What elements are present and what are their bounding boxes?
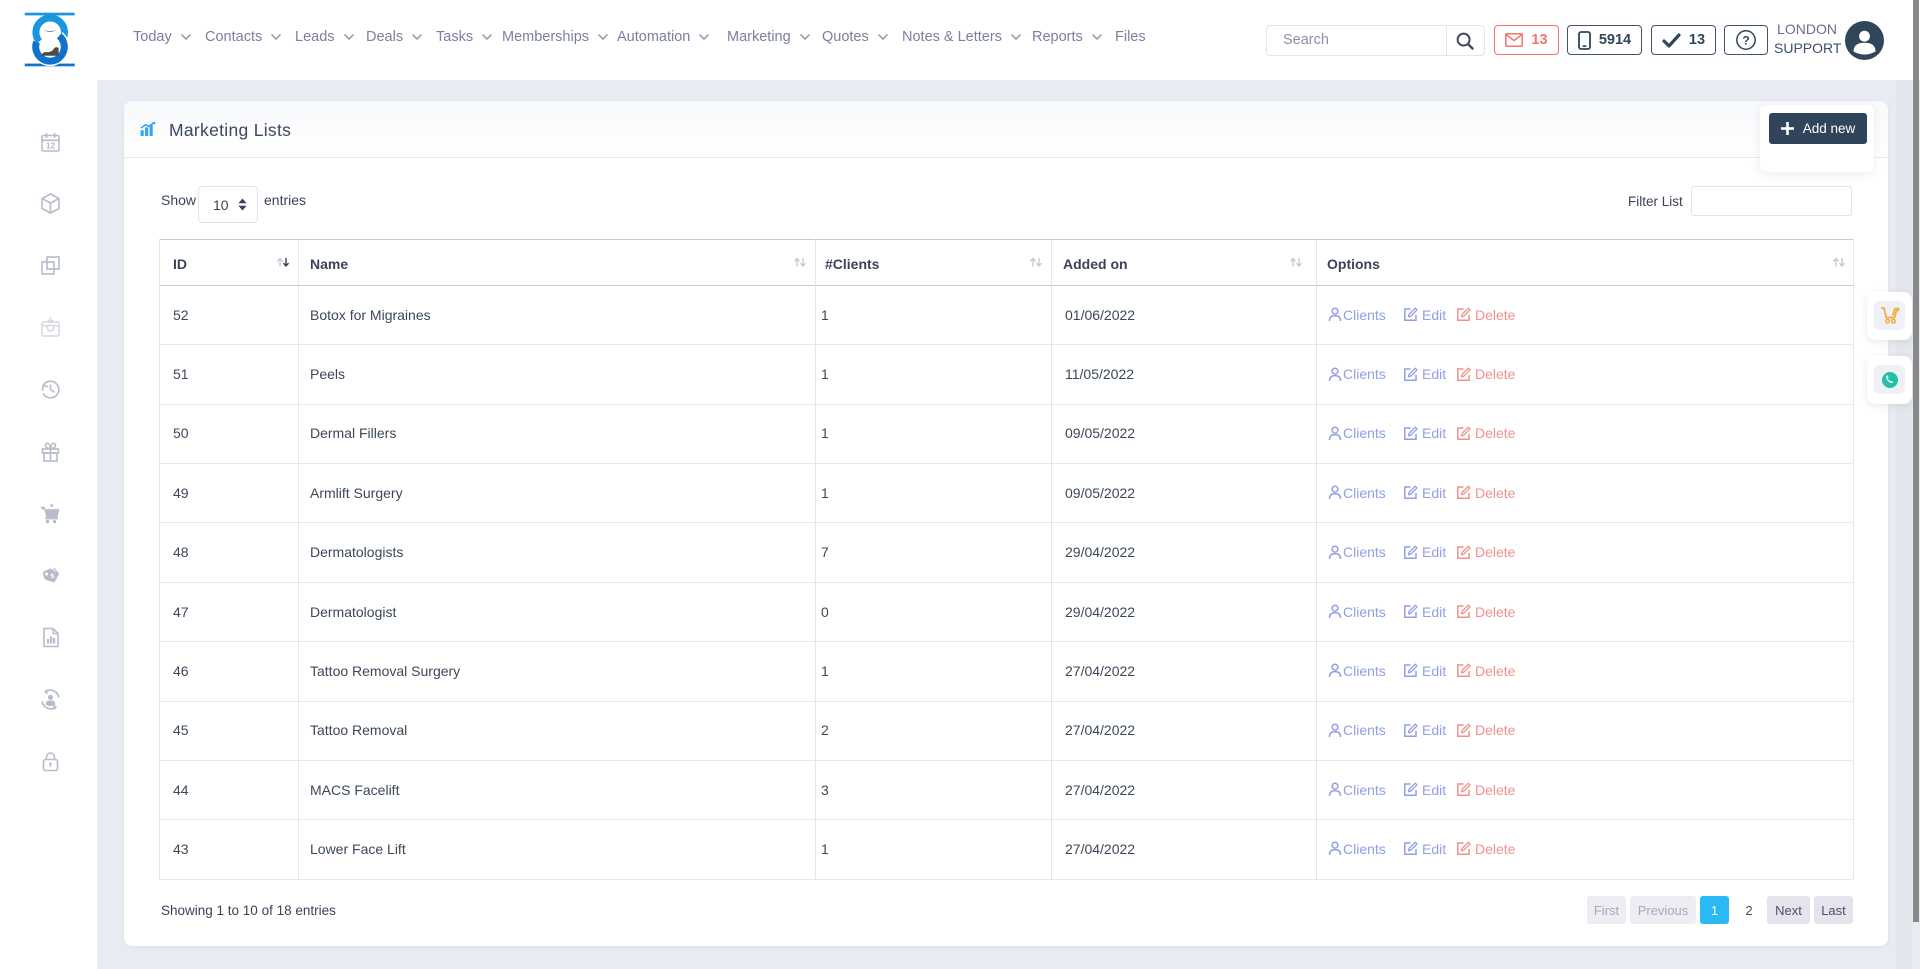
svg-text:12: 12 [46, 141, 56, 151]
svg-text:?: ? [1742, 33, 1749, 47]
